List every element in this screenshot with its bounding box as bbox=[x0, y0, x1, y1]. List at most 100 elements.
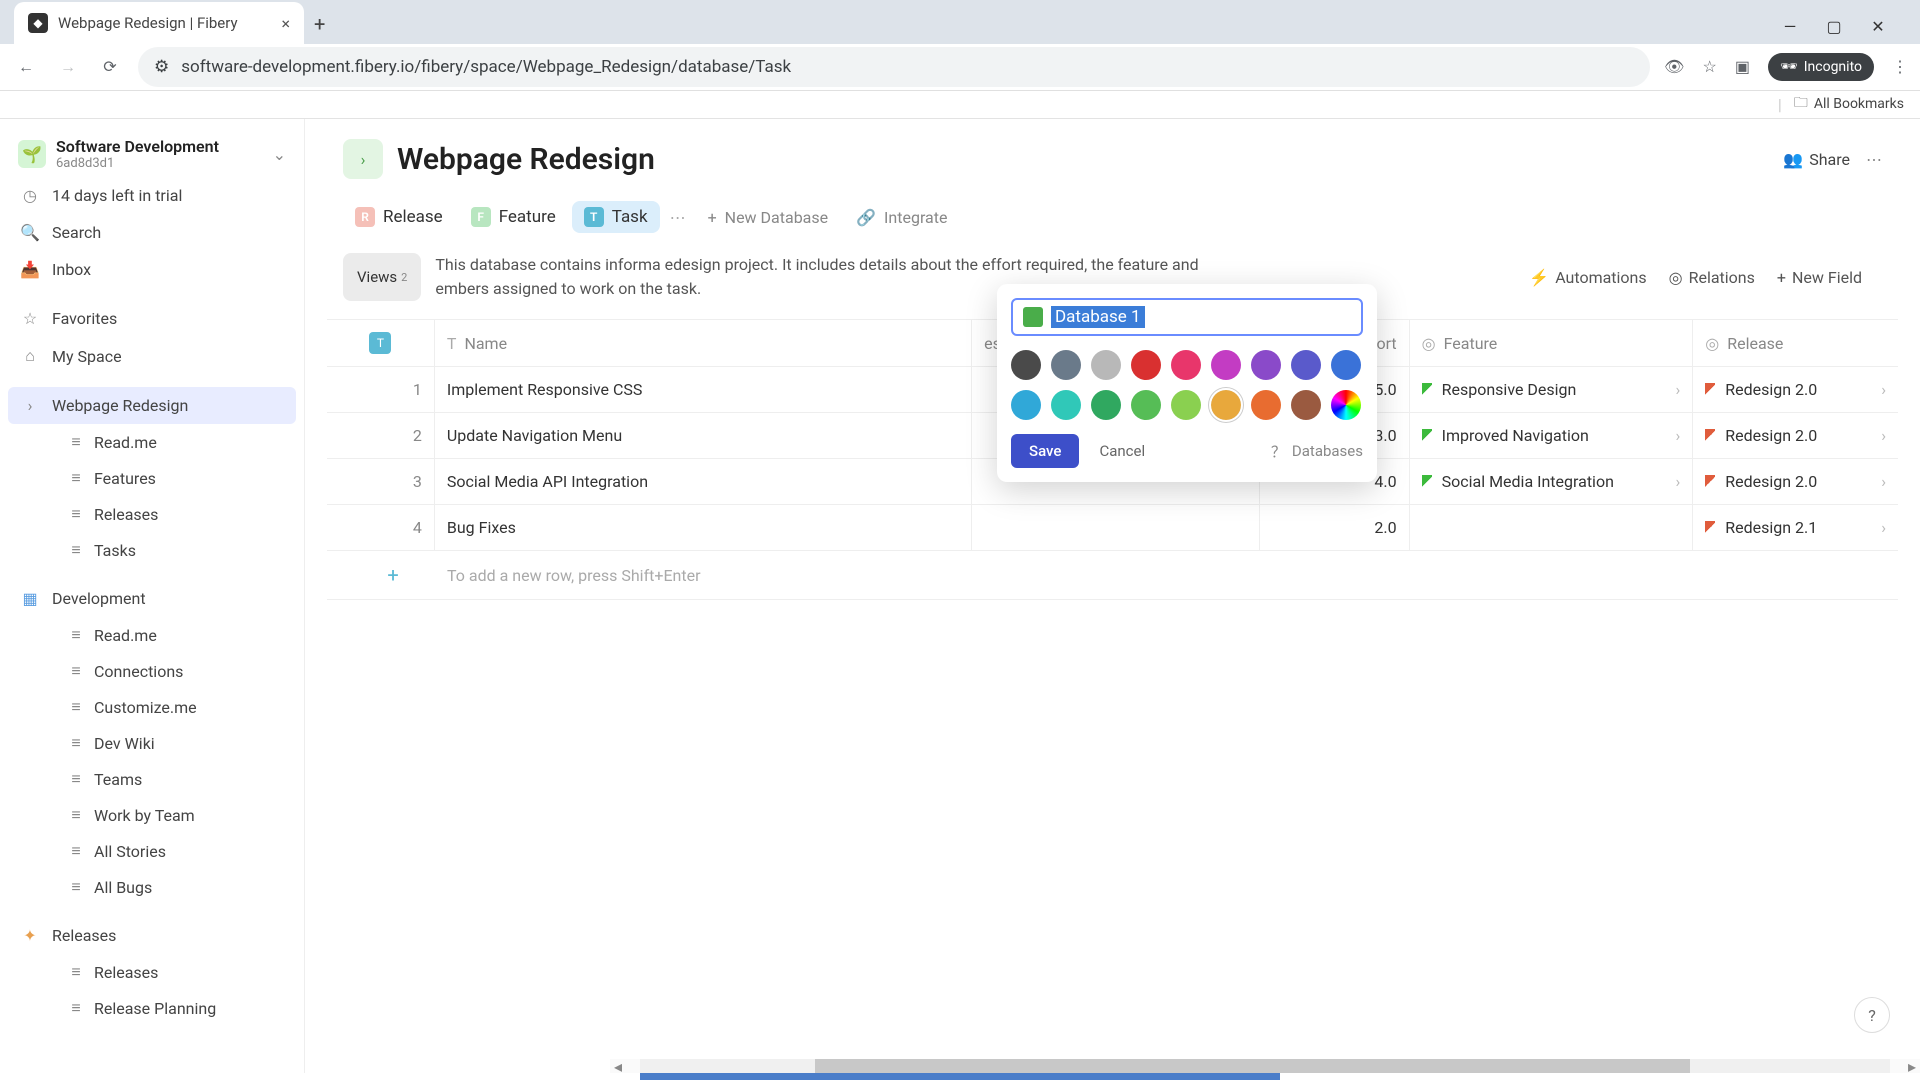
db-tab[interactable]: RRelease bbox=[343, 201, 455, 233]
search-icon: 🔍 bbox=[20, 223, 40, 242]
plus-icon: + bbox=[1777, 268, 1786, 287]
scroll-right-icon[interactable]: ▸ bbox=[1904, 1057, 1920, 1074]
sidebar-project[interactable]: › Webpage Redesign bbox=[8, 387, 296, 424]
integrate-button[interactable]: 🔗 Integrate bbox=[844, 202, 959, 233]
color-swatch[interactable] bbox=[1171, 390, 1201, 420]
bookmark-star-icon[interactable]: ☆ bbox=[1702, 57, 1716, 76]
database-tabs: RReleaseFFeatureTTask ⋯ + New Database 🔗… bbox=[305, 191, 1920, 243]
sidebar-sub-item[interactable]: ≡Dev Wiki bbox=[56, 725, 296, 761]
reload-icon[interactable]: ⟳ bbox=[96, 53, 124, 81]
column-feature[interactable]: ◎Feature bbox=[1410, 320, 1694, 366]
sidebar-sub-item[interactable]: ≡Read.me bbox=[56, 617, 296, 653]
sidebar-sub-item[interactable]: ≡Work by Team bbox=[56, 797, 296, 833]
tab-more-icon[interactable]: ⋯ bbox=[664, 208, 692, 227]
search-item[interactable]: 🔍 Search bbox=[8, 214, 296, 251]
help-fab[interactable]: ? bbox=[1854, 997, 1890, 1033]
clock-icon: ◷ bbox=[20, 186, 40, 205]
horizontal-scrollbar[interactable]: ◂ ▸ bbox=[610, 1059, 1920, 1073]
views-button[interactable]: Views 2 bbox=[343, 253, 421, 301]
color-picker-button[interactable] bbox=[1331, 390, 1361, 420]
share-button[interactable]: 👥 Share bbox=[1783, 150, 1850, 169]
add-row[interactable]: + To add a new row, press Shift+Enter bbox=[327, 551, 1898, 600]
column-release[interactable]: ◎Release bbox=[1693, 320, 1898, 366]
sidebar-development[interactable]: ▦ Development bbox=[8, 580, 296, 617]
sidebar-sub-item[interactable]: ≡Teams bbox=[56, 761, 296, 797]
sidebar-releases[interactable]: ✦ Releases bbox=[8, 917, 296, 954]
forward-icon[interactable]: → bbox=[54, 53, 82, 81]
minimize-icon[interactable]: — bbox=[1782, 18, 1798, 34]
db-tab[interactable]: FFeature bbox=[459, 201, 568, 233]
sidebar-sub-item[interactable]: ≡Tasks bbox=[56, 532, 296, 568]
bolt-icon: ⚡ bbox=[1529, 268, 1549, 287]
cancel-button[interactable]: Cancel bbox=[1089, 434, 1155, 468]
all-bookmarks-link[interactable]: 🗀 All Bookmarks bbox=[1794, 92, 1904, 116]
color-swatch[interactable] bbox=[1131, 390, 1161, 420]
automations-button[interactable]: ⚡ Automations bbox=[1529, 253, 1646, 301]
list-icon: ≡ bbox=[68, 540, 84, 560]
database-name-input[interactable]: Database 1 bbox=[1011, 298, 1363, 336]
url-text: software-development.fibery.io/fibery/sp… bbox=[181, 57, 791, 77]
color-swatch[interactable] bbox=[1211, 350, 1241, 380]
chevron-right-icon: › bbox=[1881, 426, 1886, 445]
color-swatch[interactable] bbox=[1011, 390, 1041, 420]
inbox-item[interactable]: 📥 Inbox bbox=[8, 251, 296, 288]
browser-tab[interactable]: ◆ Webpage Redesign | Fibery × bbox=[14, 2, 304, 44]
color-swatch[interactable] bbox=[1131, 350, 1161, 380]
back-icon[interactable]: ← bbox=[12, 53, 40, 81]
favorites-item[interactable]: ☆ Favorites bbox=[8, 300, 296, 337]
new-field-button[interactable]: + New Field bbox=[1777, 253, 1862, 301]
workspace-switcher[interactable]: 🌱 Software Development 6ad8d3d1 ⌄ bbox=[8, 131, 296, 177]
close-icon[interactable]: ✕ bbox=[1870, 18, 1886, 34]
new-tab-button[interactable]: + bbox=[304, 4, 335, 44]
column-name[interactable]: TName bbox=[435, 320, 972, 366]
color-swatch[interactable] bbox=[1011, 350, 1041, 380]
color-swatch[interactable] bbox=[1051, 350, 1081, 380]
color-swatch[interactable] bbox=[1211, 390, 1241, 420]
table-row[interactable]: 4Bug Fixes2.0Redesign 2.1› bbox=[327, 505, 1898, 551]
color-swatch[interactable] bbox=[1051, 390, 1081, 420]
color-swatch[interactable] bbox=[1171, 350, 1201, 380]
db-tab[interactable]: TTask bbox=[572, 201, 660, 233]
sidebar-sub-item[interactable]: ≡All Stories bbox=[56, 833, 296, 869]
color-swatch[interactable] bbox=[1091, 350, 1121, 380]
color-swatch[interactable] bbox=[1291, 350, 1321, 380]
sidebar-sub-item[interactable]: ≡Read.me bbox=[56, 424, 296, 460]
list-icon: ≡ bbox=[68, 877, 84, 897]
color-swatch[interactable] bbox=[1251, 350, 1281, 380]
databases-help-link[interactable]: ？ Databases bbox=[1271, 441, 1363, 462]
sidebar-sub-item[interactable]: ≡Release Planning bbox=[56, 990, 296, 1026]
list-icon: ≡ bbox=[68, 504, 84, 524]
maximize-icon[interactable]: ▢ bbox=[1826, 18, 1842, 34]
panel-icon[interactable]: ▣ bbox=[1735, 57, 1750, 76]
color-swatch[interactable] bbox=[1291, 390, 1321, 420]
home-icon: ⌂ bbox=[20, 346, 40, 366]
color-swatch[interactable] bbox=[1251, 390, 1281, 420]
url-input[interactable]: ⚙ software-development.fibery.io/fibery/… bbox=[138, 47, 1650, 87]
new-database-button[interactable]: + New Database bbox=[696, 202, 841, 233]
color-swatch[interactable] bbox=[1331, 350, 1361, 380]
sidebar-sub-item[interactable]: ≡All Bugs bbox=[56, 869, 296, 905]
more-menu-icon[interactable]: ⋯ bbox=[1866, 150, 1882, 169]
tab-close-icon[interactable]: × bbox=[281, 14, 290, 33]
sidebar-sub-item[interactable]: ≡Features bbox=[56, 460, 296, 496]
sidebar-sub-item[interactable]: ≡Releases bbox=[56, 954, 296, 990]
myspace-item[interactable]: ⌂ My Space bbox=[8, 337, 296, 375]
relations-button[interactable]: ◎ Relations bbox=[1669, 253, 1755, 301]
kebab-menu-icon[interactable]: ⋮ bbox=[1892, 57, 1908, 76]
save-button[interactable]: Save bbox=[1011, 434, 1079, 468]
color-swatch[interactable] bbox=[1091, 390, 1121, 420]
list-icon: ≡ bbox=[68, 432, 84, 452]
site-settings-icon[interactable]: ⚙ bbox=[154, 57, 169, 77]
sidebar-sub-item[interactable]: ≡Connections bbox=[56, 653, 296, 689]
sidebar-sub-item[interactable]: ≡Customize.me bbox=[56, 689, 296, 725]
sidebar-sub-item[interactable]: ≡Releases bbox=[56, 496, 296, 532]
incognito-badge[interactable]: 🕶 Incognito bbox=[1768, 53, 1874, 81]
eye-off-icon[interactable]: 👁 bbox=[1664, 57, 1684, 76]
scroll-thumb[interactable] bbox=[815, 1059, 1690, 1073]
collapse-sidebar-button[interactable]: › bbox=[343, 139, 383, 179]
browser-chrome: ◆ Webpage Redesign | Fibery × + — ▢ ✕ ← … bbox=[0, 0, 1920, 119]
trial-notice[interactable]: ◷ 14 days left in trial bbox=[8, 177, 296, 214]
plus-icon: + bbox=[708, 208, 717, 227]
taskbar-hint bbox=[640, 1073, 1280, 1080]
scroll-left-icon[interactable]: ◂ bbox=[610, 1057, 626, 1074]
